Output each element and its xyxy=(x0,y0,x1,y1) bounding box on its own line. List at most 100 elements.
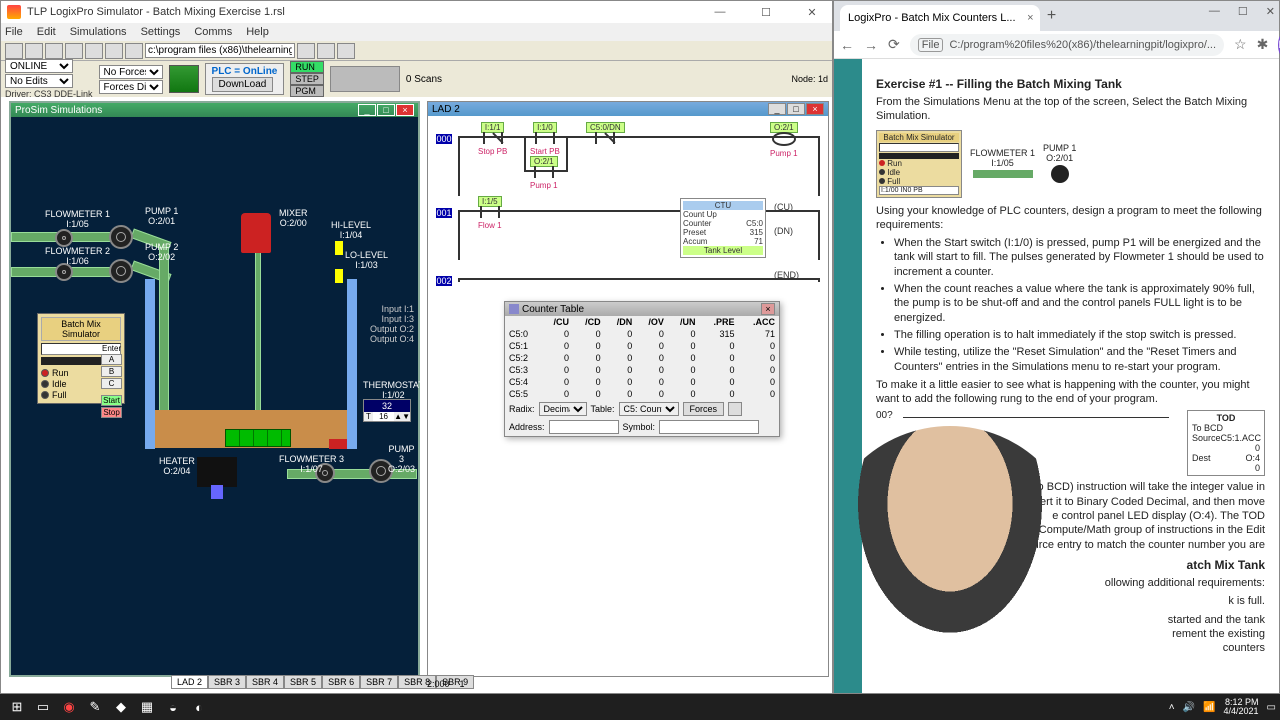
inst-c50dn[interactable]: C5:0/DN xyxy=(586,122,625,146)
prosim-max[interactable]: □ xyxy=(377,104,395,116)
forces-a-select[interactable]: No Forces xyxy=(99,65,163,79)
tab-lad2[interactable]: LAD 2 xyxy=(171,675,208,689)
task-explorer[interactable]: ▭ xyxy=(30,696,56,718)
inst-pump1-ote[interactable]: O:2/1Pump 1 xyxy=(770,122,798,158)
clock[interactable]: 8:12 PM 4/4/2021 xyxy=(1224,698,1259,716)
menu-file[interactable]: File xyxy=(5,26,23,38)
start-button[interactable]: ⊞ xyxy=(4,696,30,718)
reload-button[interactable]: ⟳ xyxy=(888,36,900,53)
back-button[interactable]: ← xyxy=(840,37,854,53)
menu-edit[interactable]: Edit xyxy=(37,26,56,38)
tool-print[interactable] xyxy=(65,43,83,59)
tool-new[interactable] xyxy=(5,43,23,59)
chrome-min[interactable]: — xyxy=(1209,5,1220,18)
scan-chart xyxy=(330,66,400,92)
addr-input[interactable] xyxy=(549,420,619,434)
pgm-button[interactable]: PGM xyxy=(290,85,324,97)
radix-select[interactable]: Decimal xyxy=(539,402,587,416)
path-input[interactable] xyxy=(145,43,295,58)
page-content[interactable]: Exercise #1 -- Filling the Batch Mixing … xyxy=(834,59,1279,693)
task-logixpro[interactable]: ◒ xyxy=(160,696,186,718)
ladder-icon[interactable] xyxy=(169,65,199,93)
task-app2[interactable]: ◆ xyxy=(108,696,134,718)
tray-volume-icon[interactable]: 🔊 xyxy=(1183,702,1195,713)
inst-stoppp[interactable]: I:1/1Stop PB xyxy=(478,122,507,156)
inst-flow1[interactable]: I:1/5Flow 1 xyxy=(478,196,502,230)
star-icon[interactable]: ☆ xyxy=(1234,36,1247,53)
prosim-titlebar[interactable]: ProSim Simulations _ □ × xyxy=(11,103,418,117)
extensions-icon[interactable]: ✱ xyxy=(1257,36,1269,53)
prosim-min[interactable]: _ xyxy=(358,104,376,116)
run-button[interactable]: RUN xyxy=(290,61,324,73)
tool-copy[interactable] xyxy=(105,43,123,59)
task-app4[interactable]: ◐ xyxy=(186,696,212,718)
edits-select[interactable]: No Edits xyxy=(5,74,73,88)
ladder-max[interactable]: □ xyxy=(787,103,805,115)
table-select[interactable]: C5: Counter xyxy=(619,402,679,416)
task-app3[interactable]: ▦ xyxy=(134,696,160,718)
chrome-max[interactable]: ☐ xyxy=(1238,5,1248,18)
tray-up-icon[interactable]: ˄ xyxy=(1169,702,1175,713)
ct-close[interactable]: × xyxy=(761,303,775,315)
bms-btn-b[interactable]: B xyxy=(101,366,122,377)
tool-zoomout[interactable] xyxy=(317,43,335,59)
ladder-min[interactable]: _ xyxy=(768,103,786,115)
menu-comms[interactable]: Comms xyxy=(194,26,232,38)
bms-start[interactable]: Start xyxy=(101,395,122,406)
ctu-instruction[interactable]: CTU Count Up CounterC5:0 Preset315 Accum… xyxy=(680,198,766,258)
tab-sbr4[interactable]: SBR 4 xyxy=(246,675,284,689)
tab-sbr7[interactable]: SBR 7 xyxy=(360,675,398,689)
menu-help[interactable]: Help xyxy=(246,26,269,38)
titlebar[interactable]: TLP LogixPro Simulator - Batch Mixing Ex… xyxy=(1,1,832,23)
menu-simulations[interactable]: Simulations xyxy=(70,26,127,38)
inst-startpb[interactable]: I:1/0Start PB xyxy=(530,122,560,156)
mixer[interactable] xyxy=(241,213,271,253)
tray-notifications[interactable]: ▭ xyxy=(1267,702,1276,713)
sym-input[interactable] xyxy=(659,420,759,434)
chrome-close[interactable]: ✕ xyxy=(1266,5,1275,18)
task-chrome[interactable]: ◉ xyxy=(56,696,82,718)
maximize-button[interactable]: ☐ xyxy=(752,6,780,19)
forces-b-select[interactable]: Forces Disabled xyxy=(99,80,163,94)
tool-zoomin[interactable] xyxy=(337,43,355,59)
download-button[interactable]: DownLoad xyxy=(212,77,274,92)
inst-branch-pump1[interactable]: O:2/1Pump 1 xyxy=(530,156,558,190)
ex2-intro: ollowing additional requirements: xyxy=(876,576,1265,590)
minimize-button[interactable]: — xyxy=(706,6,734,19)
tool-cut[interactable] xyxy=(85,43,103,59)
thermo-set[interactable]: 16 xyxy=(373,412,394,421)
tool-open[interactable] xyxy=(25,43,43,59)
prosim-close[interactable]: × xyxy=(396,104,414,116)
bms-btn-a[interactable]: A xyxy=(101,354,122,365)
pump-2[interactable] xyxy=(109,259,133,283)
task-app1[interactable]: ✎ xyxy=(82,696,108,718)
ct-titlebar[interactable]: Counter Table × xyxy=(505,302,779,316)
ladder-titlebar[interactable]: LAD 2 _ □ × xyxy=(428,102,828,116)
url-input[interactable]: File C:/program%20files%20(x86)/thelearn… xyxy=(910,34,1224,56)
tool-paste[interactable] xyxy=(125,43,143,59)
print-icon[interactable] xyxy=(728,402,742,416)
heater[interactable] xyxy=(197,457,237,487)
ladder-close[interactable]: × xyxy=(806,103,824,115)
rung-0[interactable] xyxy=(458,136,820,196)
chrome-tab[interactable]: LogixPro - Batch Mix Counters L...× xyxy=(840,5,1040,31)
pump-1[interactable] xyxy=(109,225,133,249)
thermostat[interactable]: 32 T16▲▼ xyxy=(363,399,411,422)
bms-btn-c[interactable]: C xyxy=(101,378,122,389)
bms-stop[interactable]: Stop xyxy=(101,407,122,418)
step-button[interactable]: STEP xyxy=(290,73,324,85)
tab-close[interactable]: × xyxy=(1027,12,1033,24)
tab-sbr5[interactable]: SBR 5 xyxy=(284,675,322,689)
online-select[interactable]: ONLINE xyxy=(5,59,73,73)
forces-button[interactable]: Forces xyxy=(683,402,725,416)
tray-network-icon[interactable]: 📶 xyxy=(1203,702,1215,713)
menu-settings[interactable]: Settings xyxy=(141,26,181,38)
tool-find[interactable] xyxy=(297,43,315,59)
tab-sbr6[interactable]: SBR 6 xyxy=(322,675,360,689)
rung-2[interactable] xyxy=(458,278,820,282)
new-tab-button[interactable]: + xyxy=(1040,7,1064,31)
tool-save[interactable] xyxy=(45,43,63,59)
forward-button[interactable]: → xyxy=(864,37,878,53)
close-button[interactable]: ✕ xyxy=(798,6,826,19)
tab-sbr3[interactable]: SBR 3 xyxy=(208,675,246,689)
